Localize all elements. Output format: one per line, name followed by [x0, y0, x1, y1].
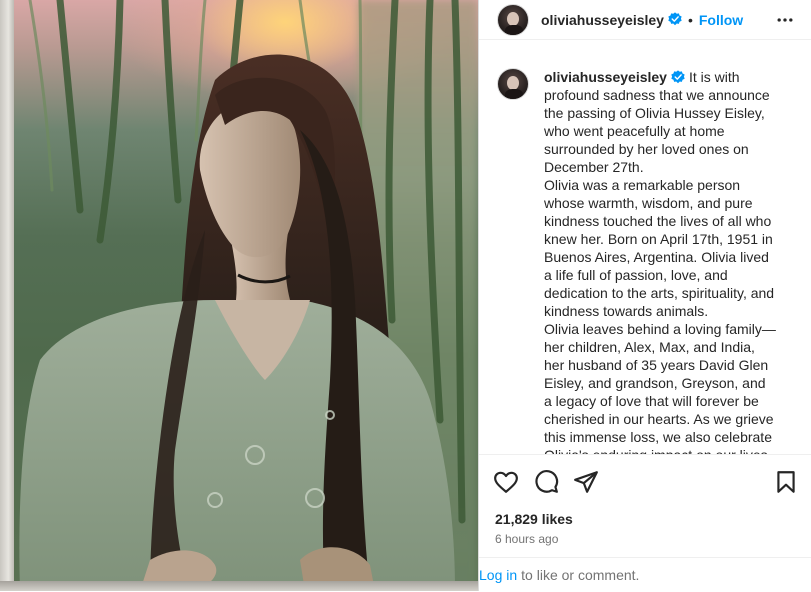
post-time[interactable]: 6 hours ago [495, 532, 558, 546]
post-photo[interactable] [0, 0, 478, 591]
follow-button[interactable]: Follow [699, 12, 743, 28]
caption-text: oliviahusseyeisley It is with profound s… [544, 68, 777, 454]
caption-paragraph-2: Olivia was a remarkable person whose war… [544, 177, 775, 319]
avatar[interactable] [497, 3, 529, 36]
login-row: Log in to like or comment. [479, 557, 811, 592]
login-link[interactable]: Log in [479, 567, 517, 583]
caption-avatar[interactable] [497, 68, 529, 100]
caption-username[interactable]: oliviahusseyeisley [544, 69, 667, 85]
caption-area[interactable]: oliviahusseyeisley It is with profound s… [479, 56, 811, 454]
paper-plane-icon[interactable] [573, 469, 599, 495]
photo-frame-bottom [0, 581, 478, 591]
photo-illustration [19, 0, 466, 591]
bookmark-outline-icon[interactable] [773, 469, 799, 495]
login-prompt-text: to like or comment. [521, 567, 640, 583]
verified-badge-icon [664, 11, 682, 29]
caption-paragraph-3: Olivia leaves behind a loving family—her… [544, 321, 776, 454]
caption-paragraph-1: oliviahusseyeisley It is with profound s… [544, 68, 777, 176]
verified-badge-icon [671, 69, 689, 85]
photo-frame-left [0, 0, 14, 591]
heart-outline-icon[interactable] [493, 469, 519, 495]
post-header: oliviahusseyeisley • Follow [479, 0, 811, 40]
comment-bubble-icon[interactable] [533, 469, 559, 495]
separator-dot: • [687, 11, 693, 28]
likes-count[interactable]: 21,829 likes [495, 511, 573, 527]
more-horizontal-icon[interactable] [775, 10, 795, 30]
header-username[interactable]: oliviahusseyeisley [541, 12, 664, 28]
